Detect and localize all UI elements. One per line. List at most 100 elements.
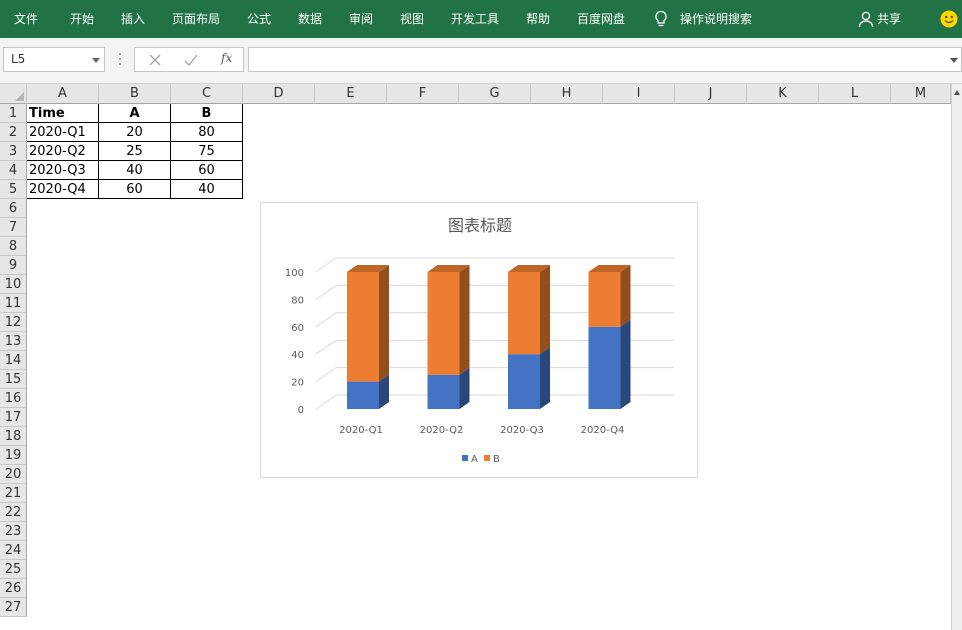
y-tick-label: 40 [291,350,304,361]
row-header[interactable]: 26 [0,579,27,598]
column-header-j[interactable]: J [675,84,747,104]
bar-series-b-front [508,272,540,355]
cell-a4[interactable]: 2020-Q3 [27,161,99,180]
cell-c2[interactable]: 80 [171,123,243,142]
row-header[interactable]: 13 [0,332,27,351]
tab-developer[interactable]: 开发工具 [451,11,499,27]
cell-a2[interactable]: 2020-Q1 [27,123,99,142]
select-all-triangle-icon [15,92,24,101]
row-header[interactable]: 11 [0,294,27,313]
cell-b3[interactable]: 25 [99,142,171,161]
cell-c1[interactable]: B [171,104,243,123]
chart-container[interactable]: 图表标题 0 20 40 60 80 100 2020-Q1 2020-Q2 2020-Q3 202… [260,202,698,478]
tab-review[interactable]: 审阅 [349,11,373,27]
cell-c5[interactable]: 40 [171,180,243,199]
y-tick-label: 0 [298,405,304,416]
tab-view[interactable]: 视图 [400,11,424,27]
column-header-l[interactable]: L [819,84,891,104]
tab-file[interactable]: 文件 [14,11,38,27]
formula-input[interactable] [248,47,962,72]
row-header[interactable]: 9 [0,256,27,275]
column-header-i[interactable]: I [603,84,675,104]
row-header[interactable]: 2 [0,123,27,142]
column-header-f[interactable]: F [387,84,459,104]
row-header[interactable]: 3 [0,142,27,161]
bar-series-a-front [347,381,379,409]
row-header[interactable]: 19 [0,446,27,465]
row-header[interactable]: 18 [0,427,27,446]
x-tick-label: 2020-Q2 [420,425,464,436]
column-header-k[interactable]: K [747,84,819,104]
row-header[interactable]: 16 [0,389,27,408]
row-header[interactable]: 1 [0,104,27,123]
vertical-scrollbar[interactable] [951,84,962,630]
expand-formula-icon[interactable] [950,58,958,63]
cell-c4[interactable]: 60 [171,161,243,180]
tab-formulas[interactable]: 公式 [247,11,271,27]
chart-title: 图表标题 [448,216,512,235]
row-header[interactable]: 21 [0,484,27,503]
column-header-h[interactable]: H [531,84,603,104]
column-header-b[interactable]: B [99,84,171,104]
row-header[interactable]: 14 [0,351,27,370]
row-header[interactable]: 6 [0,199,27,218]
cell-b2[interactable]: 20 [99,123,171,142]
cell-a1[interactable]: Time [27,104,99,123]
chevron-down-icon[interactable] [92,58,100,63]
row-header[interactable]: 8 [0,237,27,256]
row-header[interactable]: 5 [0,180,27,199]
cell-a5[interactable]: 2020-Q4 [27,180,99,199]
row-header[interactable]: 4 [0,161,27,180]
column-header-c[interactable]: C [171,84,243,104]
tab-help[interactable]: 帮助 [526,11,550,27]
name-box[interactable]: L5 [3,47,105,72]
gridline-depth [315,257,337,273]
cell-b1[interactable]: A [99,104,171,123]
row-header[interactable]: 27 [0,598,27,617]
y-tick-label: 100 [285,268,304,279]
column-header-d[interactable]: D [243,84,315,104]
cell-b4[interactable]: 40 [99,161,171,180]
row-header[interactable]: 10 [0,275,27,294]
row-header[interactable]: 22 [0,503,27,522]
column-header-a[interactable]: A [27,84,99,104]
bar-series-b-side [540,265,550,355]
x-tick-label: 2020-Q4 [581,425,625,436]
x-tick-label: 2020-Q3 [500,425,544,436]
vertical-dots-icon[interactable] [118,51,122,67]
row-header[interactable]: 24 [0,541,27,560]
insert-function-button[interactable]: fx [221,51,232,65]
scroll-up-arrow-icon[interactable] [954,90,960,95]
cell-b5[interactable]: 60 [99,180,171,199]
tab-insert[interactable]: 插入 [121,11,145,27]
row-header[interactable]: 20 [0,465,27,484]
tab-baidu-netdisk[interactable]: 百度网盘 [577,11,625,27]
row-header[interactable]: 12 [0,313,27,332]
bar-series-a-side [459,367,470,409]
row-header[interactable]: 23 [0,522,27,541]
tab-page-layout[interactable]: 页面布局 [172,11,220,27]
row-header[interactable]: 17 [0,408,27,427]
cell-c3[interactable]: 75 [171,142,243,161]
bar-series-a-side [540,347,550,409]
row-header[interactable]: 7 [0,218,27,237]
legend-swatch-b [484,455,490,461]
confirm-check-icon[interactable] [183,52,199,68]
column-header-g[interactable]: G [459,84,531,104]
cell-a3[interactable]: 2020-Q2 [27,142,99,161]
tell-me-search[interactable]: 操作说明搜索 [680,11,752,27]
tab-data[interactable]: 数据 [298,11,322,27]
row-header[interactable]: 25 [0,560,27,579]
x-tick-label: 2020-Q1 [339,425,383,436]
stacked-3d-column-chart: 图表标题 0 20 40 60 80 100 2020-Q1 2020-Q2 2020-Q3 202… [285,216,674,465]
cancel-icon[interactable] [147,52,163,68]
smiley-feedback-icon[interactable] [940,10,958,28]
select-all-button[interactable] [0,84,27,104]
bar-series-b-front [427,272,460,375]
column-header-e[interactable]: E [315,84,387,104]
share-button[interactable]: 共享 [877,11,901,27]
bar-series-a-side [620,319,631,409]
row-header[interactable]: 15 [0,370,27,389]
tab-home[interactable]: 开始 [70,11,94,27]
column-header-m[interactable]: M [891,84,951,104]
